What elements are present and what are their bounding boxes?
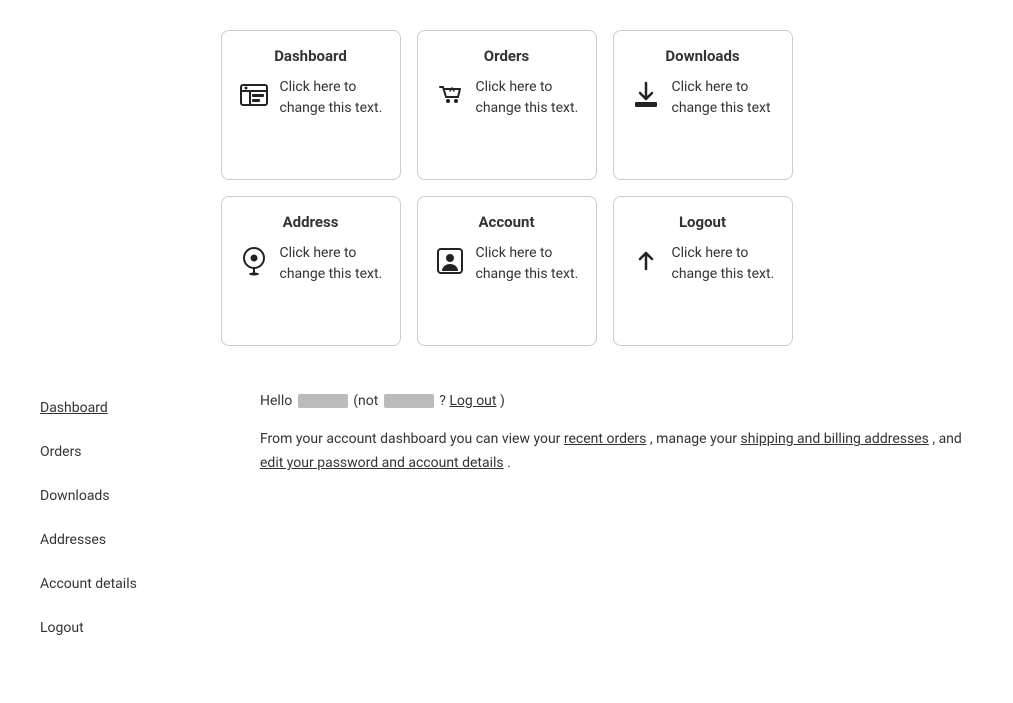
account-link[interactable]: edit your password and account details — [260, 455, 504, 471]
card-text-address: Click here to change this text. — [280, 243, 384, 285]
desc-start: From your account dashboard you can view… — [260, 431, 564, 447]
main-content: Hello (not ? Log out ) From your account… — [260, 386, 973, 650]
account-icon — [434, 245, 466, 284]
card-account[interactable]: Account Click here to change this text. — [417, 196, 597, 346]
downloads-icon — [630, 79, 662, 118]
desc-mid: , manage your — [650, 431, 741, 447]
bottom-section: DashboardOrdersDownloadsAddressesAccount… — [40, 386, 973, 650]
recent-orders-link[interactable]: recent orders — [564, 431, 646, 447]
card-text-orders: Click here to change this text. — [476, 77, 580, 119]
card-text-logout: Click here to change this text. — [672, 243, 776, 285]
card-text-account: Click here to change this text. — [476, 243, 580, 285]
card-text-downloads: Click here to change this text — [672, 77, 776, 119]
sidebar-item-dashboard[interactable]: Dashboard — [40, 386, 200, 430]
addresses-link[interactable]: shipping and billing addresses — [741, 431, 929, 447]
hello-prefix: Hello — [260, 393, 292, 409]
desc-end: . — [507, 455, 511, 471]
logout-icon — [630, 245, 662, 284]
card-address[interactable]: Address Click here to change this text. — [221, 196, 401, 346]
sidebar-item-downloads[interactable]: Downloads — [40, 474, 200, 518]
username2-redacted — [384, 394, 434, 408]
card-title-dashboard: Dashboard — [238, 47, 384, 65]
card-body-downloads: Click here to change this text — [630, 77, 776, 119]
card-body-address: Click here to change this text. — [238, 243, 384, 285]
sidebar-item-addresses[interactable]: Addresses — [40, 518, 200, 562]
card-body-dashboard: Click here to change this text. — [238, 77, 384, 119]
hello-suffix: ? — [439, 393, 449, 409]
card-body-orders: Click here to change this text. — [434, 77, 580, 119]
desc-mid2: , and — [932, 431, 961, 447]
card-orders[interactable]: Orders Click here to change this text. — [417, 30, 597, 180]
hello-middle: (not — [353, 393, 378, 409]
address-icon — [238, 245, 270, 284]
orders-icon — [434, 79, 466, 118]
card-title-downloads: Downloads — [630, 47, 776, 65]
card-downloads[interactable]: Downloads Click here to change this text — [613, 30, 793, 180]
card-body-logout: Click here to change this text. — [630, 243, 776, 285]
card-title-logout: Logout — [630, 213, 776, 231]
logout-link[interactable]: Log out — [449, 393, 496, 409]
logout-close: ) — [500, 393, 505, 409]
cards-grid: Dashboard Click here to change this text… — [40, 30, 973, 346]
card-title-orders: Orders — [434, 47, 580, 65]
sidebar-item-logout[interactable]: Logout — [40, 606, 200, 650]
sidebar-nav: DashboardOrdersDownloadsAddressesAccount… — [40, 386, 200, 650]
card-title-address: Address — [238, 213, 384, 231]
page-wrapper: Dashboard Click here to change this text… — [0, 0, 1013, 670]
card-body-account: Click here to change this text. — [434, 243, 580, 285]
card-logout[interactable]: Logout Click here to change this text. — [613, 196, 793, 346]
description-line: From your account dashboard you can view… — [260, 428, 973, 476]
card-dashboard[interactable]: Dashboard Click here to change this text… — [221, 30, 401, 180]
card-title-account: Account — [434, 213, 580, 231]
sidebar-item-orders[interactable]: Orders — [40, 430, 200, 474]
hello-line: Hello (not ? Log out ) — [260, 390, 973, 412]
username-redacted — [298, 394, 348, 408]
card-text-dashboard: Click here to change this text. — [280, 77, 384, 119]
sidebar-item-account-details[interactable]: Account details — [40, 562, 200, 606]
dashboard-icon — [238, 79, 270, 118]
